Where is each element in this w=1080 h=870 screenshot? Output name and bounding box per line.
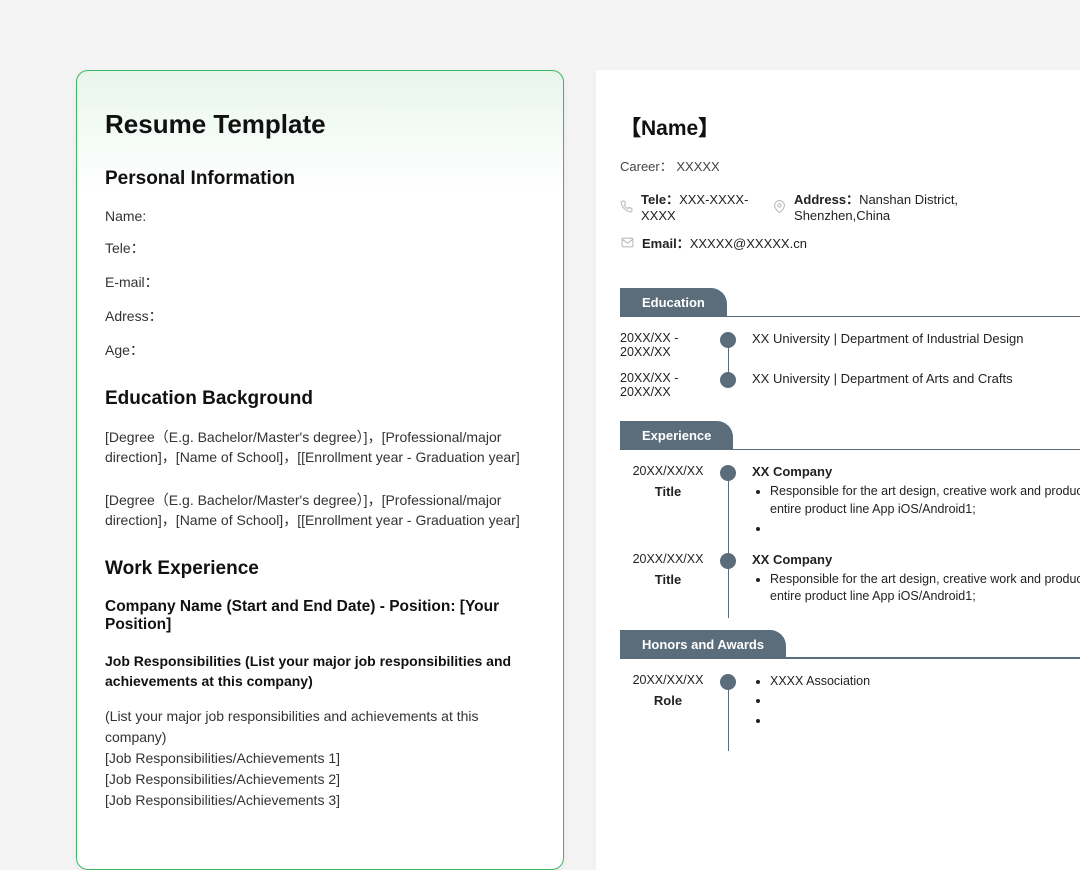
edu-date-1: 20XX/XX - 20XX/XX — [620, 331, 716, 359]
honor-role-1: Role — [620, 693, 716, 708]
field-address: Adress： — [105, 306, 535, 326]
education-entry-2: [Degree（E.g. Bachelor/Master's degree）]，… — [105, 491, 535, 530]
field-age: Age： — [105, 340, 535, 360]
tab-honors: Honors and Awards — [620, 630, 786, 659]
timeline-dot-icon — [720, 674, 736, 690]
tab-line — [784, 657, 1080, 659]
timeline-line — [728, 681, 729, 752]
exp-row-2: 20XX/XX/XX Title XX Company Responsible … — [620, 552, 1080, 608]
timeline-line — [728, 472, 729, 560]
section-personal: Personal Information Name: Tele： E-mail：… — [105, 168, 535, 360]
section-education: Education Background [Degree（E.g. Bachel… — [105, 388, 535, 530]
work-resp-2: [Job Responsibilities/Achievements 2] — [105, 769, 535, 790]
resume-name: 【Name】 — [620, 112, 1016, 142]
r-section-honors: Honors and Awards 20XX/XX/XX Role XXXX A… — [620, 630, 1080, 732]
exp-row-1: 20XX/XX/XX Title XX Company Responsible … — [620, 464, 1080, 540]
exp-title-1: Title — [620, 484, 716, 499]
work-resp-intro: (List your major job responsibilities an… — [105, 706, 535, 748]
tele-label: Tele： — [641, 192, 679, 207]
timeline-dot-icon — [720, 553, 736, 569]
edu-main-1: XX University | Department of Industrial… — [752, 331, 1023, 346]
tab-line — [725, 316, 1080, 318]
tab-line — [731, 449, 1080, 451]
template-title: Resume Template — [105, 109, 535, 140]
career-label: Career： — [620, 159, 673, 174]
timeline-dot-icon — [720, 465, 736, 481]
timeline-dot-icon — [720, 372, 736, 388]
timeline-dot-icon — [720, 332, 736, 348]
exp-bullet-2: Responsible for the art design, creative… — [770, 571, 1080, 606]
work-resp-heading: Job Responsibilities (List your major jo… — [105, 652, 535, 691]
section-heading-work: Work Experience — [105, 558, 535, 580]
template-card-timeline[interactable]: 【Name】 Career： XXXXX Tele：XXX-XXXX-XXXX … — [596, 70, 1080, 870]
honor-row-1: 20XX/XX/XX Role XXXX Association — [620, 673, 1080, 732]
resume-career: Career： XXXXX — [620, 156, 1016, 175]
section-work: Work Experience Company Name (Start and … — [105, 558, 535, 810]
edu-main-2: XX University | Department of Arts and C… — [752, 371, 1013, 386]
exp-date-1: 20XX/XX/XX — [620, 464, 716, 478]
exp-date-2: 20XX/XX/XX — [620, 552, 716, 566]
contact-address: Address：Nanshan District, Shenzhen,China — [773, 189, 1016, 223]
address-label: Address： — [794, 192, 859, 207]
r-section-experience: Experience 20XX/XX/XX Title XX Company R… — [620, 421, 1080, 608]
work-resp-3: [Job Responsibilities/Achievements 3] — [105, 790, 535, 811]
edu-row-2: 20XX/XX - 20XX/XX XX University | Depart… — [620, 371, 1080, 399]
exp-company-2: XX Company — [752, 552, 1080, 567]
phone-icon — [620, 199, 633, 213]
edu-date-2: 20XX/XX - 20XX/XX — [620, 371, 716, 399]
section-heading-education: Education Background — [105, 388, 535, 410]
work-resp-1: [Job Responsibilities/Achievements 1] — [105, 748, 535, 769]
education-entry-1: [Degree（E.g. Bachelor/Master's degree）]，… — [105, 428, 535, 467]
tab-experience: Experience — [620, 421, 733, 450]
honor-bullet-empty — [770, 712, 1080, 730]
template-card-simple[interactable]: Resume Template Personal Information Nam… — [76, 70, 564, 870]
contact-tele: Tele：XXX-XXXX-XXXX — [620, 189, 773, 223]
exp-bullet-1: Responsible for the art design, creative… — [770, 483, 1080, 518]
career-value: XXXXX — [676, 159, 719, 174]
contact-email: Email：XXXXX@XXXXX.cn — [620, 233, 807, 252]
honor-bullet-1: XXXX Association — [770, 673, 1080, 691]
field-tele: Tele： — [105, 238, 535, 258]
exp-title-2: Title — [620, 572, 716, 587]
field-name: Name: — [105, 208, 535, 224]
email-icon — [620, 236, 634, 250]
field-email: E-mail： — [105, 272, 535, 292]
exp-company-1: XX Company — [752, 464, 1080, 479]
edu-row-1: 20XX/XX - 20XX/XX XX University | Depart… — [620, 331, 1080, 359]
honor-date-1: 20XX/XX/XX — [620, 673, 716, 687]
exp-bullet-empty — [770, 520, 1080, 538]
resume-header: 【Name】 Career： XXXXX Tele：XXX-XXXX-XXXX … — [620, 112, 1080, 252]
r-section-education: Education 20XX/XX - 20XX/XX XX Universit… — [620, 288, 1080, 399]
email-label: Email： — [642, 236, 690, 251]
tab-education: Education — [620, 288, 727, 317]
honor-bullet-empty — [770, 692, 1080, 710]
location-icon — [773, 199, 786, 213]
email-value: XXXXX@XXXXX.cn — [690, 236, 807, 251]
section-heading-personal: Personal Information — [105, 168, 535, 190]
work-company-line: Company Name (Start and End Date) - Posi… — [105, 598, 535, 634]
